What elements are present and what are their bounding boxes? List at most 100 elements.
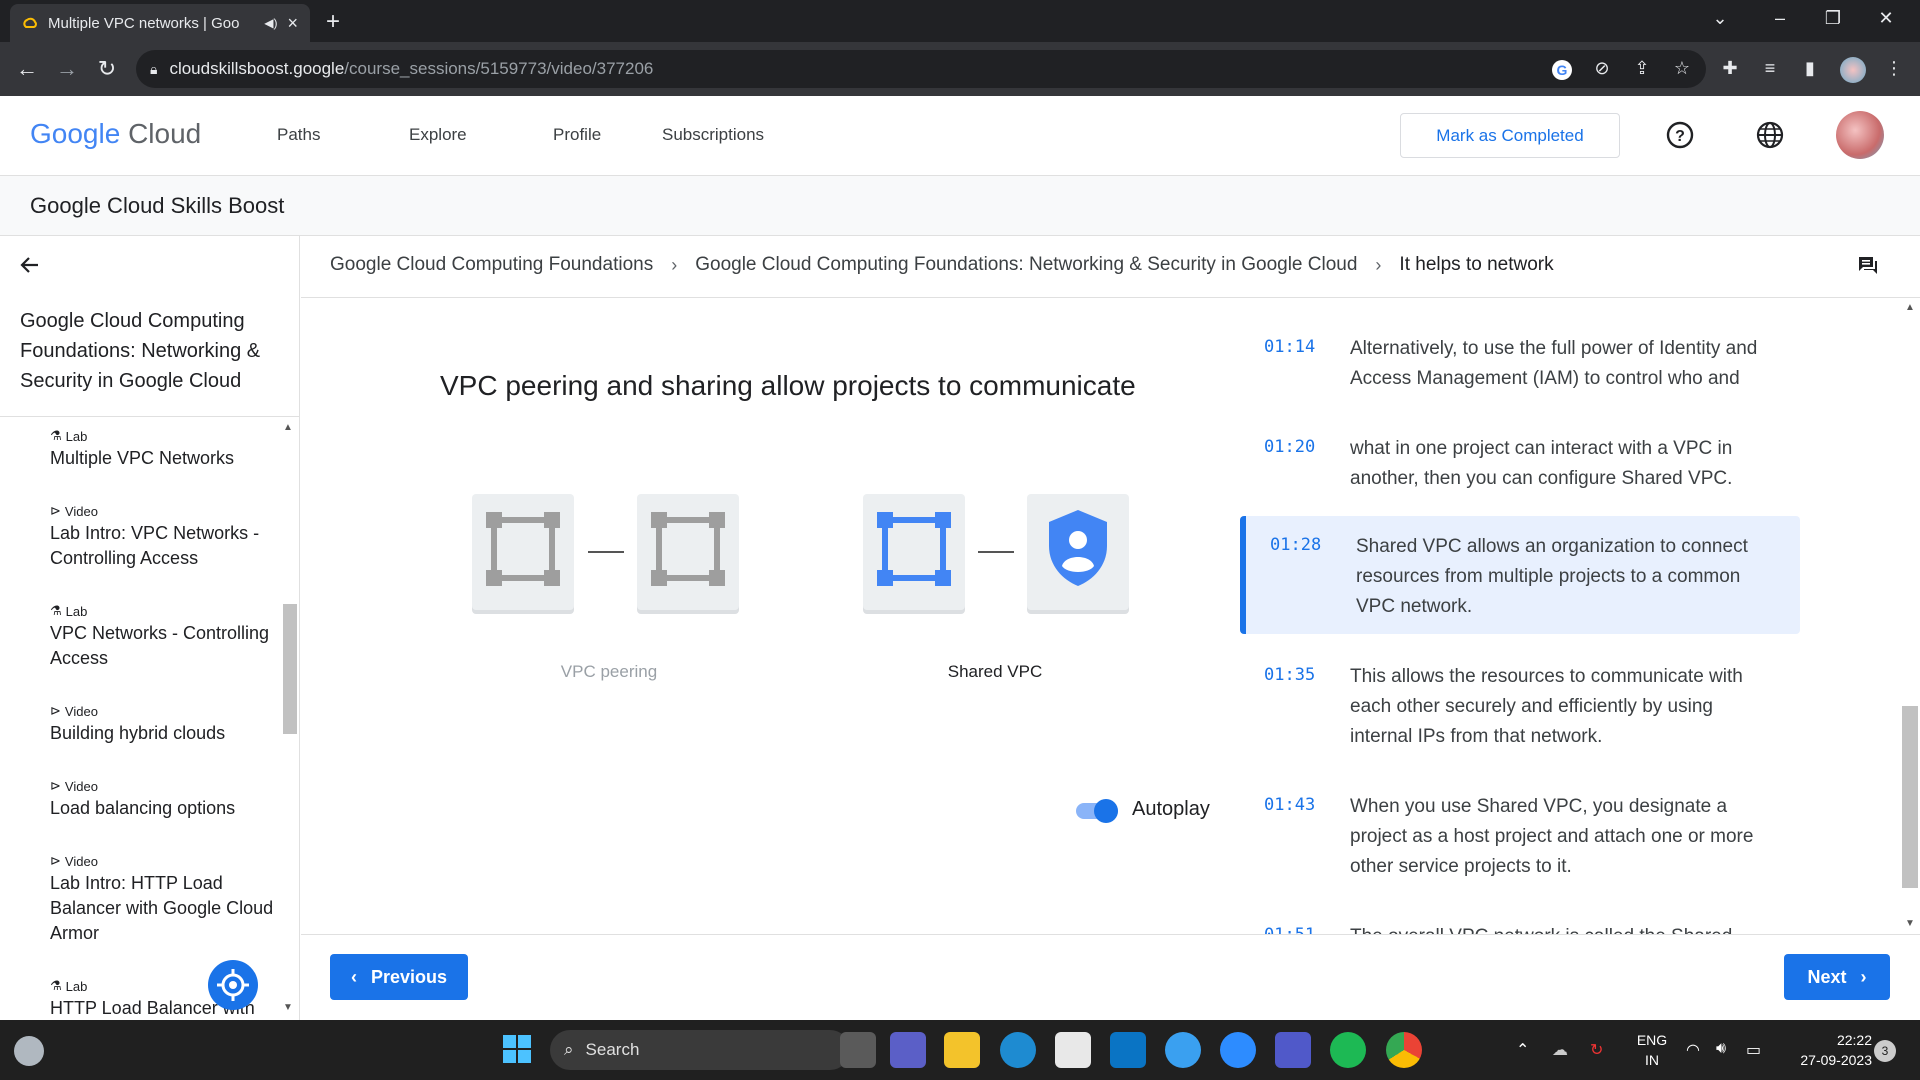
wifi-icon[interactable]: ◠ (1686, 1040, 1700, 1060)
minimize-icon[interactable]: – (1760, 8, 1800, 29)
chrome-icon[interactable] (1386, 1032, 1422, 1068)
teams-icon[interactable] (1275, 1032, 1311, 1068)
transcript-line[interactable]: 01:20 what in one project can interact w… (1240, 418, 1800, 506)
svg-text:?: ? (1675, 128, 1685, 145)
address-bar[interactable]: 🔒︎ cloudskillsboost.google/course_sessio… (136, 50, 1706, 88)
item-name: Load balancing options (50, 798, 236, 818)
transcript-line-active[interactable]: 01:28 Shared VPC allows an organization … (1240, 516, 1800, 634)
video-play-icon: ⊳ (50, 703, 61, 718)
notification-badge[interactable]: 3 (1874, 1040, 1896, 1062)
scroll-down-icon[interactable]: ▼ (283, 1002, 293, 1013)
help-icon[interactable]: ? (1665, 120, 1695, 150)
item-kind: Video (64, 778, 98, 794)
previous-button[interactable]: ‹ Previous (330, 954, 468, 1000)
nav-paths[interactable]: Paths (277, 125, 320, 145)
tab-search-icon[interactable]: ⌄ (1700, 8, 1740, 29)
sidebar-item-vpc-controlling-access[interactable]: ⚗ Lab VPC Networks - Controlling Access (50, 603, 280, 671)
sidebar-item-multiple-vpc-networks[interactable]: ⚗ Lab Multiple VPC Networks (50, 428, 280, 471)
windows-start-icon[interactable] (502, 1034, 532, 1064)
next-button[interactable]: Next › (1784, 954, 1890, 1000)
breadcrumb-course[interactable]: Google Cloud Computing Foundations (330, 254, 653, 276)
chevron-right-icon: › (671, 254, 678, 275)
transcript-timestamp[interactable]: 01:35 (1264, 662, 1350, 752)
eye-off-icon[interactable]: ⊘ (1590, 58, 1614, 82)
course-title: Google Cloud Computing Foundations: Netw… (20, 310, 261, 392)
edge-icon[interactable] (1000, 1032, 1036, 1068)
sidebar-item-load-balancing-options[interactable]: ⊳ Video Load balancing options (50, 778, 280, 821)
volume-icon[interactable]: 🔊︎ (1716, 1040, 1726, 1058)
nav-explore[interactable]: Explore (409, 125, 467, 145)
weather-icon[interactable] (14, 1036, 44, 1066)
taskbar-clock[interactable]: 22:22 27-09-2023 (1782, 1030, 1872, 1070)
item-kind: Video (64, 853, 98, 869)
spotify-icon[interactable] (1330, 1032, 1366, 1068)
sidebar-scroll-thumb[interactable] (283, 604, 297, 734)
lock-icon[interactable]: 🔒︎ (150, 61, 157, 78)
forward-icon[interactable]: → (52, 56, 82, 82)
new-tab-button[interactable]: + (326, 8, 340, 36)
breadcrumb-current: It helps to network (1399, 254, 1554, 275)
svg-text:G: G (1557, 62, 1568, 78)
mark-as-completed-button[interactable]: Mark as Completed (1400, 113, 1620, 158)
transcript-line[interactable]: 01:51 The overall VPC network is called … (1240, 906, 1800, 934)
vpc-blue-icon (877, 512, 951, 586)
transcript-chat-icon[interactable] (1856, 253, 1880, 277)
onedrive-icon[interactable]: ☁ (1552, 1040, 1568, 1060)
tray-chevron-icon[interactable]: ⌃ (1516, 1040, 1529, 1060)
menu-kebab-icon[interactable]: ⋮ (1882, 58, 1906, 82)
language-globe-icon[interactable] (1755, 120, 1785, 150)
speaker-icon[interactable]: ◀) (264, 16, 277, 30)
sync-icon[interactable]: ↻ (1590, 1040, 1603, 1060)
task-view-icon[interactable] (840, 1032, 876, 1068)
google-cloud-logo[interactable]: Google Cloud (30, 118, 201, 150)
profile-avatar[interactable] (1840, 57, 1866, 83)
nav-subscriptions[interactable]: Subscriptions (662, 125, 764, 145)
lab-flask-icon: ⚗ (50, 978, 62, 993)
transcript-timestamp[interactable]: 01:28 (1270, 532, 1356, 622)
slide-title: VPC peering and sharing allow projects t… (440, 370, 1136, 401)
transcript-timestamp[interactable]: 01:14 (1264, 334, 1350, 394)
file-explorer-icon[interactable] (944, 1032, 980, 1068)
side-panel-icon[interactable]: ▮ (1798, 58, 1822, 82)
back-arrow-icon[interactable] (18, 253, 42, 277)
zoom-icon[interactable] (1220, 1032, 1256, 1068)
transcript-line[interactable]: 01:43 When you use Shared VPC, you desig… (1240, 776, 1800, 894)
extensions-icon[interactable]: ✚ (1718, 58, 1742, 82)
battery-icon[interactable]: ▭ (1746, 1040, 1761, 1060)
iam-tile (1027, 494, 1129, 610)
myhp-icon[interactable] (1110, 1032, 1146, 1068)
transcript-line[interactable]: 01:14 Alternatively, to use the full pow… (1240, 318, 1800, 406)
taskbar-search[interactable]: ⌕ Search (550, 1030, 850, 1070)
nav-profile[interactable]: Profile (553, 125, 601, 145)
google-icon[interactable]: G (1550, 58, 1574, 82)
user-avatar[interactable] (1836, 111, 1884, 159)
meet-icon[interactable] (890, 1032, 926, 1068)
restore-icon[interactable]: ❐ (1813, 8, 1853, 29)
input-language[interactable]: ENG IN (1634, 1030, 1670, 1070)
close-tab-icon[interactable]: × (287, 13, 298, 34)
store-icon[interactable] (1055, 1032, 1091, 1068)
breadcrumb-module[interactable]: Google Cloud Computing Foundations: Netw… (695, 254, 1357, 276)
sidebar-item-lab-intro-vpc-controlling[interactable]: ⊳ Video Lab Intro: VPC Networks - Control… (50, 503, 280, 571)
close-window-icon[interactable]: ✕ (1866, 8, 1906, 29)
scroll-up-icon[interactable]: ▲ (283, 422, 293, 433)
footer-divider (301, 934, 1920, 935)
transcript-timestamp[interactable]: 01:20 (1264, 434, 1350, 494)
browser-tab[interactable]: Multiple VPC networks | Goo ◀) × (10, 4, 310, 42)
sidebar-item-lab-intro-http-lb[interactable]: ⊳ Video Lab Intro: HTTP Load Balancer wit… (50, 853, 280, 946)
share-icon[interactable]: ⇪ (1630, 58, 1654, 82)
bookmark-star-icon[interactable]: ☆ (1670, 58, 1694, 82)
transcript-scroll-thumb[interactable] (1902, 706, 1918, 888)
media-icon[interactable]: ≡ (1758, 58, 1782, 82)
back-icon[interactable]: ← (12, 56, 42, 82)
scroll-up-icon[interactable]: ▲ (1905, 302, 1915, 313)
transcript-timestamp[interactable]: 01:43 (1264, 792, 1350, 882)
transcript-timestamp[interactable]: 01:51 (1264, 922, 1350, 934)
scroll-down-icon[interactable]: ▼ (1905, 918, 1915, 929)
locate-fab-button[interactable] (208, 960, 258, 1010)
autoplay-toggle[interactable] (1074, 798, 1122, 823)
reload-icon[interactable]: ↻ (92, 56, 122, 82)
sidebar-item-building-hybrid-clouds[interactable]: ⊳ Video Building hybrid clouds (50, 703, 280, 746)
transcript-line[interactable]: 01:35 This allows the resources to commu… (1240, 646, 1800, 764)
help-app-icon[interactable] (1165, 1032, 1201, 1068)
